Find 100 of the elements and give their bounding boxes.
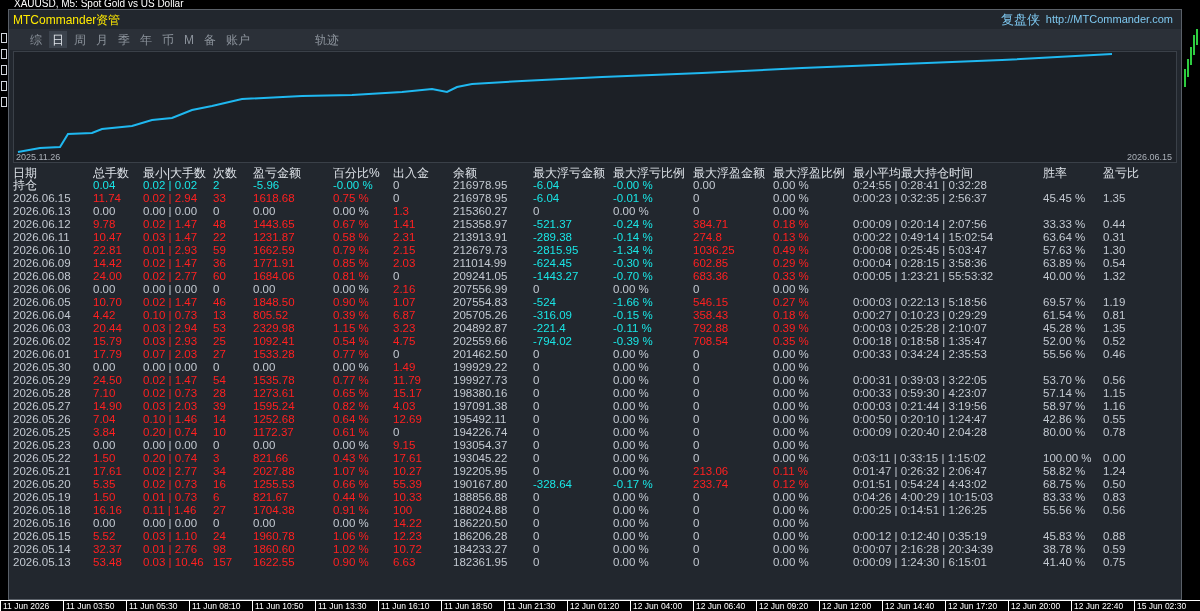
table-cell-text: 0.00 xyxy=(93,361,117,374)
table-cell-text: 0 xyxy=(533,517,541,530)
tab[interactable]: 日 xyxy=(49,31,67,48)
tab[interactable]: 币 xyxy=(159,31,177,48)
table-cell-text: 0.00 % xyxy=(773,439,810,452)
table-cell-text: 0.00 % xyxy=(773,517,810,530)
table-cell-text: 0.00 % xyxy=(333,517,370,530)
table-cell-text: 0.00 % xyxy=(773,348,810,361)
table-cell-text: 193054.37 xyxy=(453,439,509,452)
table-cell-text: 0.13 % xyxy=(773,231,810,244)
table-cell-text: 80.00 % xyxy=(1043,426,1087,439)
table-cell-text: 52.00 % xyxy=(1043,335,1087,348)
table-cell-text: 25 xyxy=(213,335,227,348)
tab[interactable]: 备 xyxy=(201,31,219,48)
table-cell-text: -0.00 % xyxy=(333,179,374,192)
table-cell-text: 1.50 xyxy=(93,491,117,504)
table-cell-text: 0.54 % xyxy=(333,335,370,348)
table-cell-text: 53.48 xyxy=(93,556,123,569)
table-cell-text: 14.22 xyxy=(393,517,423,530)
table-cell-text: 15.79 xyxy=(93,335,123,348)
table-cell-text: 9.15 xyxy=(393,439,417,452)
table-cell-text: 821.66 xyxy=(253,452,290,465)
table-cell-text: 0.03 | 10.46 xyxy=(143,556,205,569)
table-cell-text: 0:00:07 | 2:16:28 | 20:34:39 xyxy=(853,543,995,556)
table-cell-text: 39 xyxy=(213,400,227,413)
table-cell-text: 0.11 | 1.46 xyxy=(143,504,198,517)
table-cell-text: 0:00:31 | 0:39:03 | 3:22:05 xyxy=(853,374,988,387)
table-cell-text: 0.02 | 1.47 xyxy=(143,374,199,387)
table-cell-text: 0 xyxy=(393,179,400,192)
tab[interactable]: 账户 xyxy=(223,31,253,48)
table-cell-text: 216978.95 xyxy=(453,192,509,205)
table-cell-text: 60 xyxy=(213,270,227,283)
table-cell-text: 63.64 % xyxy=(1043,231,1087,244)
table-cell-text: 38.78 % xyxy=(1043,543,1087,556)
table-cell-text: 0 xyxy=(533,543,541,556)
column-header: 最小|大手数 xyxy=(143,166,208,179)
website-link[interactable]: http://MTCommander.com xyxy=(1045,14,1173,25)
table-cell-text: 0.85 % xyxy=(333,257,370,270)
table-cell-text: 0.00 % xyxy=(773,452,810,465)
table-cell-text: 0.77 % xyxy=(333,374,370,387)
table-cell-text: 0 xyxy=(533,205,541,218)
table-cell-text: 0.02 | 0.73 xyxy=(143,478,199,491)
table-cell-text: 57.14 % xyxy=(1043,387,1087,400)
table-cell-text: 211014.99 xyxy=(453,257,508,270)
table-cell-text: 0 xyxy=(533,283,541,296)
table-cell-text: 0 xyxy=(213,205,221,218)
table-cell-text: 0.10 | 0.73 xyxy=(143,309,199,322)
table-cell-text: 0.00 % xyxy=(773,179,809,192)
table-cell-text: 2329.98 xyxy=(253,322,296,335)
table-cell-text: 0.88 xyxy=(1103,530,1127,543)
table-cell-text: 0.00 % xyxy=(613,465,650,478)
table-cell-text: 0.00 % xyxy=(613,491,650,504)
table-cell-text: 215360.27 xyxy=(453,205,509,218)
table-cell-text: 0.00 xyxy=(93,283,117,296)
window-title: XAUUSD, M5: Spot Gold vs US Dollar xyxy=(14,0,184,9)
table-cell-text: 0 xyxy=(693,348,701,361)
table-cell-text: 1.35 xyxy=(1103,192,1127,205)
axis-label: 12 Jun 12:00 xyxy=(819,601,882,611)
table-cell-text: 14 xyxy=(213,413,227,426)
table-cell-text: 54 xyxy=(213,374,227,387)
table-cell-text: 1.19 xyxy=(1103,296,1127,309)
table-cell-text: 0.02 | 2.77 xyxy=(143,465,199,478)
axis-label: 11 Jun 2026 xyxy=(0,601,63,611)
table-cell-text: -1.34 % xyxy=(613,244,654,257)
tab[interactable]: 月 xyxy=(93,31,111,48)
table-cell-text: 0.00 % xyxy=(773,413,810,426)
table-cell-text: -0.17 % xyxy=(613,478,654,491)
table-cell-text: 16.16 xyxy=(93,504,123,517)
table-cell-text: 0.81 xyxy=(1103,309,1127,322)
table-cell-text: 0.00 % xyxy=(613,374,650,387)
table-cell-text: 1960.78 xyxy=(253,530,296,543)
table-cell-text: 0.27 % xyxy=(773,296,810,309)
table-cell-text: 0 xyxy=(693,530,701,543)
table-cell-text: 209241.05 xyxy=(453,270,509,283)
table-cell-text: 0.00 % xyxy=(613,400,650,413)
tab[interactable]: 季 xyxy=(115,31,133,48)
table-cell-text: 0.46 xyxy=(1103,348,1127,361)
table-cell-text: 0 xyxy=(693,543,701,556)
tab[interactable]: 轨迹 xyxy=(313,31,341,48)
table-cell-text: 1.06 % xyxy=(333,530,370,543)
tab[interactable]: 年 xyxy=(137,31,155,48)
axis-label: 15 Jun 02:30 xyxy=(1134,601,1197,611)
tab[interactable]: M xyxy=(181,31,197,48)
table-cell-text: -0.39 % xyxy=(613,335,654,348)
column-header: 次数 xyxy=(213,166,238,179)
table-cell-text: 0 xyxy=(693,205,701,218)
table-cell-text: 1771.91 xyxy=(253,257,296,270)
table-cell-text: 0.00 % xyxy=(333,439,370,452)
table-cell-text: 24.50 xyxy=(93,374,123,387)
table-cell-text: 3 xyxy=(213,452,221,465)
table-cell-text: 0.79 % xyxy=(333,244,370,257)
tab[interactable]: 综 xyxy=(27,31,45,48)
table-cell-text: 0.54 xyxy=(1103,257,1127,270)
table-cell-text: 59 xyxy=(213,244,227,257)
axis-label: 12 Jun 09:20 xyxy=(756,601,819,611)
tab[interactable]: 周 xyxy=(71,31,89,48)
table-cell-text: 0 xyxy=(693,400,701,413)
table-cell-text: 0.01 | 0.73 xyxy=(143,491,199,504)
table-cell-text: 0.03 | 1.10 xyxy=(143,530,199,543)
table-cell-text: 0:24:55 | 0:28:41 | 0:32:28 xyxy=(853,179,988,192)
